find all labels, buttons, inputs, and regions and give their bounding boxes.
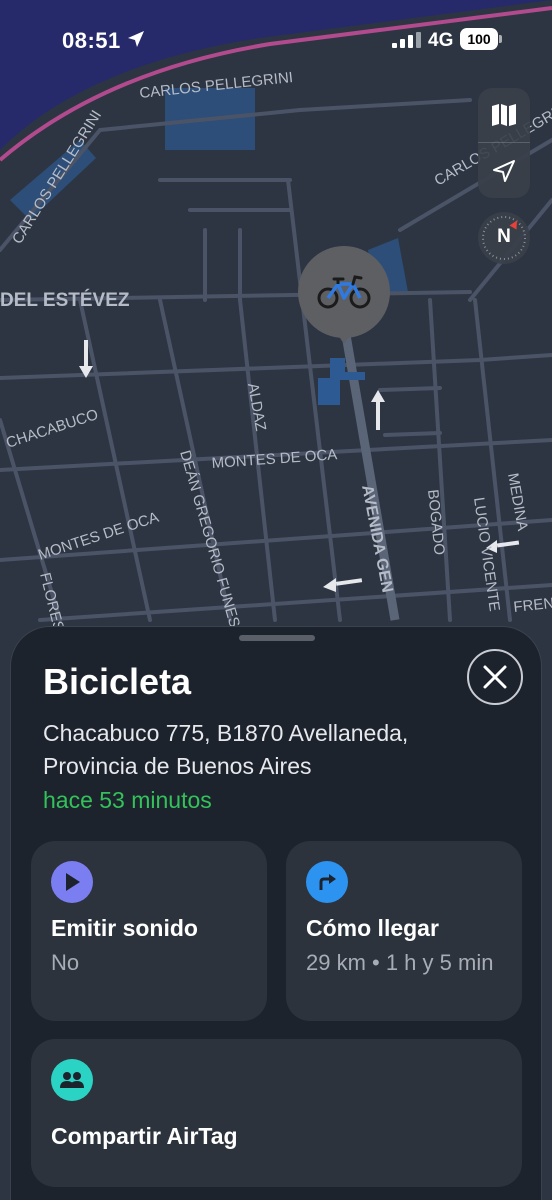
directions-button[interactable]: Cómo llegar 29 km • 1 h y 5 min bbox=[286, 841, 522, 1021]
action-title: Emitir sonido bbox=[51, 915, 198, 941]
action-title: Compartir AirTag bbox=[51, 1123, 238, 1149]
clock: 08:51 bbox=[62, 28, 121, 53]
last-seen-time: hace 53 minutos bbox=[43, 787, 212, 813]
action-subtitle: 29 km • 1 h y 5 min bbox=[306, 950, 494, 975]
item-detail-sheet: Bicicleta Chacabuco 775, B1870 Avellaned… bbox=[10, 626, 542, 1200]
item-location-marker[interactable] bbox=[298, 246, 390, 356]
battery-icon: 100 bbox=[460, 28, 502, 50]
play-sound-button[interactable]: Emitir sonido No bbox=[31, 841, 267, 1021]
people-icon bbox=[51, 1059, 93, 1101]
share-airtag-button[interactable]: Compartir AirTag bbox=[31, 1039, 522, 1187]
bicycle-icon bbox=[317, 275, 371, 309]
signal-icon bbox=[392, 32, 421, 48]
locate-me-button[interactable] bbox=[478, 143, 530, 198]
close-icon bbox=[483, 665, 507, 689]
action-subtitle: No bbox=[51, 950, 80, 975]
network-type: 4G bbox=[428, 30, 454, 51]
item-address: Chacabuco 775, B1870 Avellaneda, Provinc… bbox=[43, 720, 409, 779]
play-icon bbox=[51, 861, 93, 903]
sheet-grabber[interactable] bbox=[239, 635, 315, 641]
map-icon bbox=[492, 104, 516, 126]
directions-icon bbox=[306, 861, 348, 903]
status-bar: 08:51 4G 100 bbox=[0, 0, 552, 84]
battery-level: 100 bbox=[460, 28, 498, 50]
location-arrow-icon bbox=[493, 159, 515, 182]
map-controls bbox=[478, 88, 530, 198]
item-title: Bicicleta bbox=[43, 661, 192, 702]
compass-label: N bbox=[497, 226, 511, 247]
compass-button[interactable]: N bbox=[478, 212, 530, 264]
street-label: DEL ESTÉVEZ bbox=[0, 289, 130, 311]
location-arrow-icon bbox=[128, 31, 144, 47]
close-button[interactable] bbox=[467, 649, 523, 705]
action-title: Cómo llegar bbox=[306, 915, 439, 941]
map-mode-button[interactable] bbox=[478, 88, 530, 143]
